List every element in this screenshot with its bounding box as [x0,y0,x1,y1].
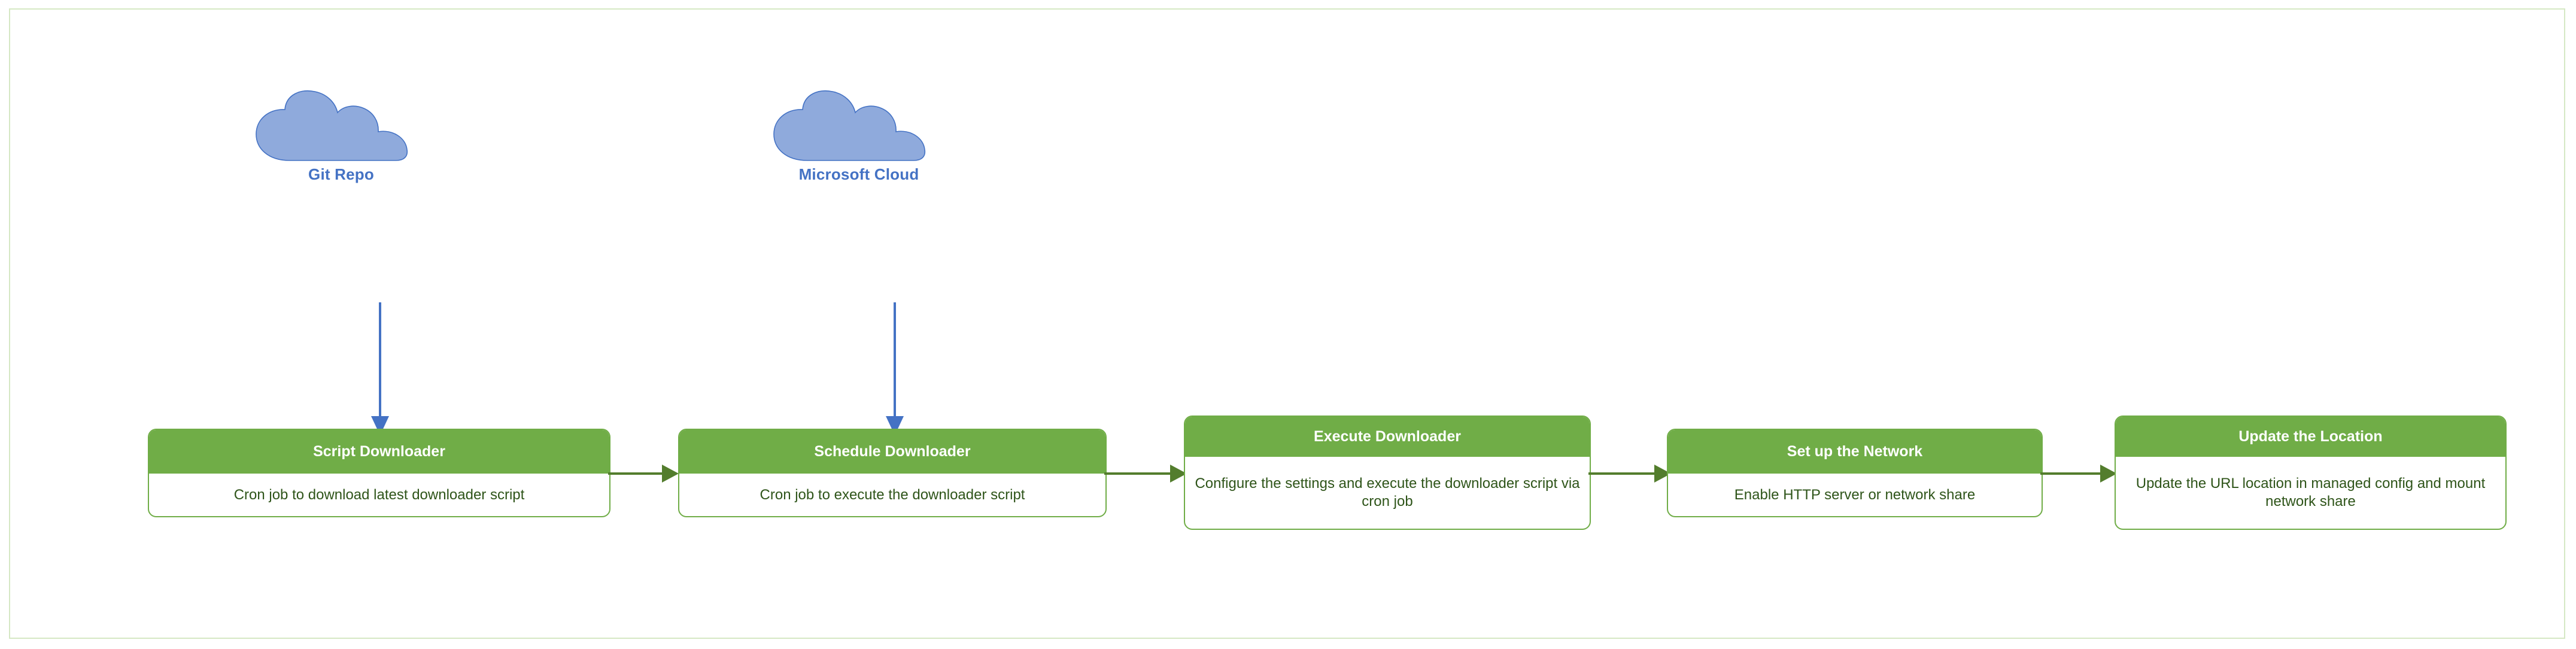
connector-set-up-the-network-to-update-the-location [2040,465,2117,483]
connector-git-repo-to-script-downloader [371,302,389,435]
process-box-update-the-location[interactable]: Update the Location Update the URL locat… [2115,416,2507,530]
process-title-execute-downloader: Execute Downloader [1185,417,1590,457]
process-description-script-downloader: Cron job to download latest downloader s… [233,486,525,503]
cloud-node-microsoft-cloud[interactable]: Microsoft Cloud [769,90,949,184]
process-description-schedule-downloader: Cron job to execute the downloader scrip… [760,486,1025,503]
process-title-script-downloader: Script Downloader [149,430,609,474]
diagram-canvas: Git Repo Microsoft Cloud Script Download… [0,0,2576,649]
cloud-label-git-repo: Git Repo [308,165,374,183]
cloud-node-git-repo[interactable]: Git Repo [251,90,431,184]
process-title-schedule-downloader: Schedule Downloader [679,430,1105,474]
process-description-execute-downloader: Configure the settings and execute the d… [1195,475,1580,510]
process-description-update-the-location: Update the URL location in managed confi… [2135,475,2486,510]
process-title-update-the-location: Update the Location [2116,417,2505,457]
process-description-set-up-the-network: Enable HTTP server or network share [1734,486,1976,503]
cloud-icon [773,90,926,161]
cloud-label-microsoft-cloud: Microsoft Cloud [798,165,919,183]
connector-script-downloader-to-schedule-downloader [608,465,679,483]
connector-execute-downloader-to-set-up-the-network [1588,465,1671,483]
process-box-execute-downloader[interactable]: Execute Downloader Configure the setting… [1184,416,1591,530]
connector-schedule-downloader-to-execute-downloader [1104,465,1187,483]
process-box-script-downloader[interactable]: Script Downloader Cron job to download l… [148,429,610,517]
connector-microsoft-cloud-to-schedule-downloader [886,302,904,435]
process-box-set-up-the-network[interactable]: Set up the Network Enable HTTP server or… [1667,429,2043,517]
process-box-schedule-downloader[interactable]: Schedule Downloader Cron job to execute … [678,429,1107,517]
process-title-set-up-the-network: Set up the Network [1668,430,2042,474]
cloud-icon [256,90,408,161]
